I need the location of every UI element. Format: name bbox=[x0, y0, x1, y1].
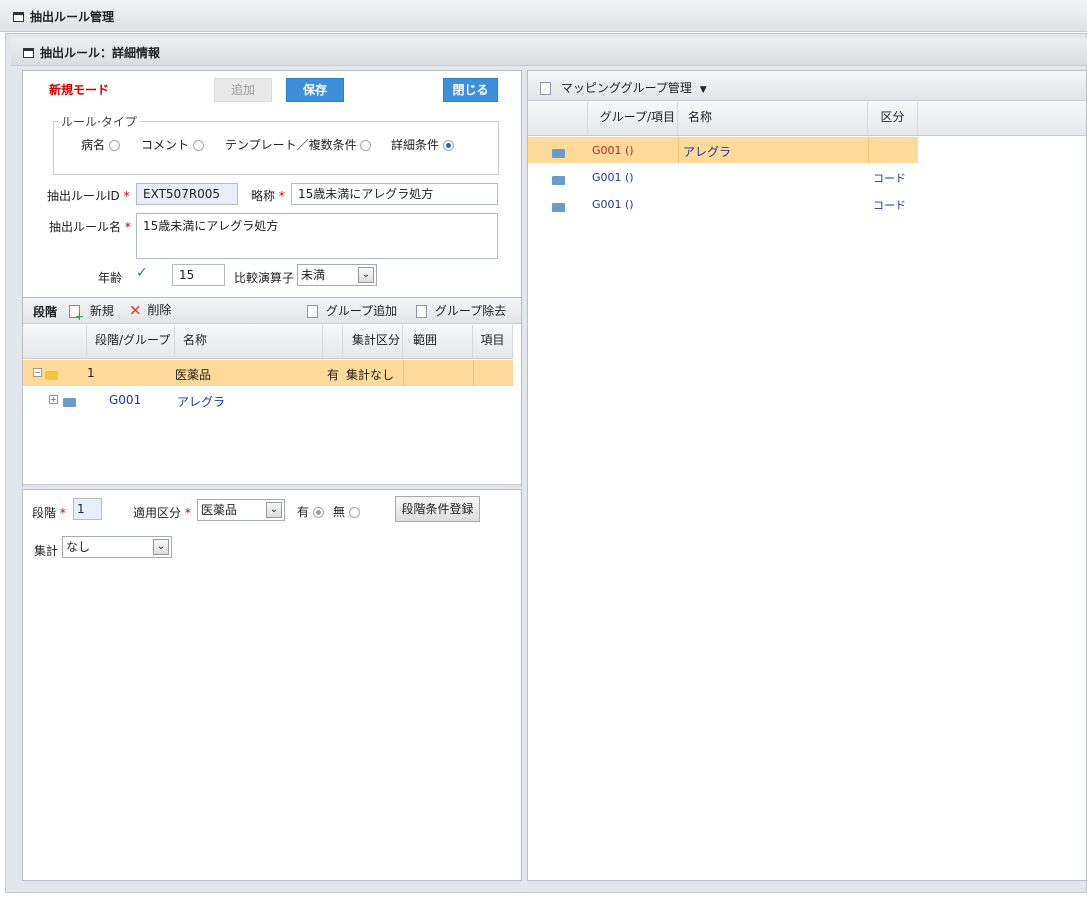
age-checkbox[interactable]: ✓ bbox=[136, 265, 148, 281]
table-row[interactable]: G001 () コード bbox=[528, 164, 918, 190]
col-agg[interactable]: 集計区分 bbox=[343, 325, 403, 358]
age-field[interactable]: 15 bbox=[172, 264, 225, 286]
group-cell: G001 () bbox=[592, 171, 634, 184]
radio-icon bbox=[108, 140, 120, 151]
group-add-button[interactable]: グループ追加 bbox=[307, 302, 397, 319]
no-radio[interactable]: 無 bbox=[333, 503, 360, 520]
kubun-cell: コード bbox=[873, 172, 906, 185]
mapping-group-panel: マッピンググループ管理 ▼ グループ/項目 名称 区分 G001 () アレグラ… bbox=[527, 70, 1087, 881]
folder-icon bbox=[552, 203, 565, 212]
chevron-down-icon: ⌄ bbox=[358, 267, 374, 283]
radio-checked-icon bbox=[312, 507, 324, 518]
table-row[interactable]: G001 () アレグラ bbox=[528, 137, 918, 163]
stage-condition-panel: 段階 * 1 適用区分 * 医薬品 ⌄ 有 無 段階条件登録 集計 なし ⌄ bbox=[22, 489, 522, 881]
folder-icon bbox=[63, 398, 76, 407]
delete-icon: ✕ bbox=[129, 301, 142, 320]
stage-grid-header: 段階/グループ 名称 集計区分 範囲 項目 bbox=[23, 325, 513, 359]
col-item[interactable]: 項目 bbox=[473, 325, 513, 358]
close-button[interactable]: 閉じる bbox=[443, 78, 498, 102]
mapping-menu-button[interactable]: マッピンググループ管理 ▼ bbox=[540, 79, 707, 96]
rule-type-comment[interactable]: コメント bbox=[141, 136, 204, 153]
name-cell: 医薬品 bbox=[175, 368, 212, 382]
flag-cell: 有 bbox=[327, 368, 340, 382]
group-cell: G001 () bbox=[592, 198, 634, 211]
stage-new-button[interactable]: 新規 bbox=[69, 302, 114, 323]
group-cell: G001 () bbox=[592, 144, 634, 157]
rule-type-template[interactable]: テンプレート／複数条件 bbox=[225, 136, 372, 153]
rule-id-label: 抽出ルールID * bbox=[47, 189, 130, 203]
rule-type-disease[interactable]: 病名 bbox=[81, 136, 120, 153]
col-map-name[interactable]: 名称 bbox=[678, 102, 868, 135]
window-icon bbox=[23, 47, 34, 58]
mapping-toolbar: マッピンググループ管理 ▼ bbox=[528, 71, 1086, 101]
chevron-down-icon: ⌄ bbox=[153, 539, 169, 555]
yes-radio[interactable]: 有 bbox=[297, 503, 324, 520]
rule-name-field[interactable]: 15歳未満にアレグラ処方 bbox=[136, 213, 498, 259]
radio-icon bbox=[192, 140, 204, 151]
document-export-icon bbox=[416, 305, 427, 318]
apply-kubun-label: 適用区分 * bbox=[133, 506, 191, 520]
kubun-cell: コード bbox=[873, 199, 906, 212]
splitter-handle[interactable] bbox=[23, 484, 521, 487]
col-kubun[interactable]: 区分 bbox=[868, 102, 918, 135]
rule-form-panel: 新規モード 追加 保存 閉じる ルール·タイプ 病名 コメント テンプレート／複… bbox=[22, 70, 522, 298]
table-row[interactable]: G001 () コード bbox=[528, 191, 918, 217]
col-name[interactable]: 名称 bbox=[175, 325, 323, 358]
add-button[interactable]: 追加 bbox=[214, 78, 272, 102]
group-remove-button[interactable]: グループ除去 bbox=[416, 302, 506, 319]
col-range[interactable]: 範囲 bbox=[403, 325, 473, 358]
folder-icon bbox=[552, 149, 565, 158]
detail-title: 抽出ルール：詳細情報 bbox=[23, 44, 160, 61]
document-icon bbox=[540, 82, 551, 95]
stage-panel: 段階 新規 ✕ 削除 グループ追加 グループ除去 段階/グループ 名称 集計区分… bbox=[22, 297, 522, 487]
collapse-icon[interactable]: − bbox=[33, 368, 42, 377]
cond-stage-label: 段階 * bbox=[32, 506, 66, 520]
dropdown-arrow-icon: ▼ bbox=[699, 85, 707, 95]
stage-toolbar: 段階 新規 ✕ 削除 グループ追加 グループ除去 bbox=[23, 298, 521, 324]
col-group-item[interactable]: グループ/項目 bbox=[588, 102, 678, 135]
operator-label: 比較演算子 bbox=[234, 271, 295, 285]
short-name-field[interactable]: 15歳未満にアレグラ処方 bbox=[291, 183, 498, 205]
agg-select[interactable]: なし ⌄ bbox=[62, 536, 172, 558]
group-cell: G001 bbox=[109, 393, 142, 407]
col-stage-group[interactable]: 段階/グループ bbox=[87, 325, 175, 358]
app-title-bar: 抽出ルール管理 bbox=[0, 0, 1087, 32]
window-icon bbox=[13, 11, 24, 22]
name-cell: アレグラ bbox=[683, 145, 732, 159]
stage-title: 段階 bbox=[33, 305, 58, 319]
apply-kubun-select[interactable]: 医薬品 ⌄ bbox=[197, 499, 285, 521]
agg-cell: 集計なし bbox=[346, 368, 395, 382]
folder-open-icon bbox=[45, 371, 58, 380]
name-cell: アレグラ bbox=[177, 395, 226, 409]
radio-checked-icon bbox=[442, 140, 454, 151]
rule-type-detail[interactable]: 詳細条件 bbox=[391, 136, 454, 153]
expand-icon[interactable]: + bbox=[49, 395, 58, 404]
operator-select[interactable]: 未満 ⌄ bbox=[297, 264, 377, 286]
agg-label: 集計 bbox=[34, 544, 59, 558]
document-icon bbox=[307, 305, 318, 318]
mode-label: 新規モード bbox=[49, 83, 110, 97]
cond-stage-field[interactable]: 1 bbox=[73, 498, 102, 520]
chevron-down-icon: ⌄ bbox=[266, 502, 282, 518]
short-name-label: 略称 * bbox=[251, 189, 285, 203]
detail-title-bar: 抽出ルール：詳細情報 bbox=[11, 38, 1087, 66]
table-row[interactable]: − 1 医薬品 有 集計なし bbox=[23, 360, 513, 386]
app-title: 抽出ルール管理 bbox=[13, 8, 114, 25]
folder-icon bbox=[552, 176, 565, 185]
rule-type-legend: ルール·タイプ bbox=[61, 115, 137, 129]
save-button[interactable]: 保存 bbox=[286, 78, 344, 102]
register-stage-button[interactable]: 段階条件登録 bbox=[395, 496, 480, 522]
stage-delete-button[interactable]: ✕ 削除 bbox=[129, 301, 171, 320]
mapping-grid-header: グループ/項目 名称 区分 bbox=[528, 102, 1086, 136]
table-row[interactable]: + G001 アレグラ bbox=[23, 387, 513, 413]
rule-name-label: 抽出ルール名 * bbox=[49, 220, 131, 234]
add-doc-icon bbox=[69, 305, 84, 323]
stage-cell: 1 bbox=[87, 366, 95, 380]
radio-icon bbox=[348, 507, 360, 518]
radio-icon bbox=[360, 140, 372, 151]
rule-id-field[interactable]: EXT507R005 bbox=[136, 183, 238, 205]
age-label: 年齢 bbox=[98, 271, 123, 285]
